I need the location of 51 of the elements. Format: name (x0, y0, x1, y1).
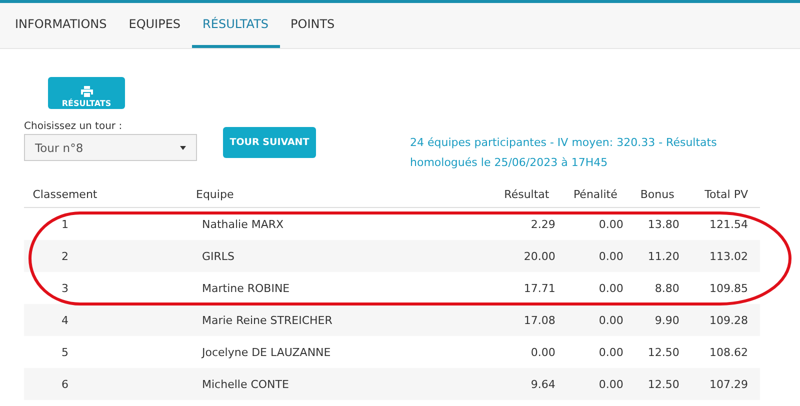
table-cell: 5 (62, 346, 68, 358)
table-cell: 9.64 (530, 378, 556, 390)
table-cell: 17.71 (524, 282, 556, 294)
column-header: Equipe (196, 188, 234, 200)
table-cell: Nathalie MARX (202, 218, 284, 230)
table-cell: 0.00 (598, 218, 624, 230)
table-cell: 4 (62, 314, 68, 326)
table-cell: 2.29 (530, 218, 556, 230)
table-cell: 0.00 (598, 314, 624, 326)
select-label: Choisissez un tour : (24, 121, 124, 132)
tab[interactable]: INFORMATIONS (4, 3, 118, 48)
table-cell: 113.02 (710, 250, 748, 262)
column-header: Total PV (704, 188, 748, 200)
table-cell: Martine ROBINE (202, 282, 290, 294)
column-header: Pénalité (573, 188, 618, 200)
table-cell: GIRLS (202, 250, 235, 262)
table-cell: 121.54 (710, 218, 748, 230)
table-cell: 6 (62, 378, 68, 390)
round-select[interactable]: Tour n°8 (24, 134, 197, 161)
table-cell: 0.00 (598, 250, 624, 262)
table-cell: 20.00 (524, 250, 556, 262)
table-cell: 109.28 (710, 314, 748, 326)
table-cell: 108.62 (710, 346, 748, 358)
column-header: Classement (32, 188, 98, 200)
table-cell: 107.29 (710, 378, 748, 390)
info-text: 24 équipes participantes - IV moyen: 320.33 - Résultats homologués le 25/06/2023 à 17H45 (410, 135, 718, 171)
table-cell: 0.00 (598, 378, 624, 390)
tab[interactable]: POINTS (280, 3, 346, 48)
table-cell: Marie Reine STREICHER (202, 314, 332, 326)
table-cell: 1 (62, 218, 68, 230)
table-cell: 0.00 (598, 346, 624, 358)
table-cell: 9.90 (654, 314, 680, 326)
table-cell: 0.00 (598, 282, 624, 294)
table-cell: 13.80 (648, 218, 680, 230)
table-cell: 109.85 (710, 282, 748, 294)
table-cell: 8.80 (654, 282, 680, 294)
table-cell: Michelle CONTE (202, 378, 289, 390)
table-cell: 11.20 (648, 250, 680, 262)
table-cell: 2 (62, 250, 68, 262)
table-cell: 17.08 (524, 314, 556, 326)
printer-icon (80, 86, 92, 97)
tab[interactable]: RÉSULTATS (192, 3, 280, 48)
column-header: Bonus (640, 188, 674, 200)
table-cell: 12.50 (648, 378, 680, 390)
table-cell: 3 (62, 282, 68, 294)
column-header: Résultat (504, 188, 550, 200)
table-cell: 0.00 (530, 346, 556, 358)
table-cell: Jocelyne DE LAUZANNE (202, 346, 331, 358)
tab[interactable]: EQUIPES (118, 3, 192, 48)
caret-icon (180, 146, 186, 150)
table-cell: 12.50 (648, 346, 680, 358)
